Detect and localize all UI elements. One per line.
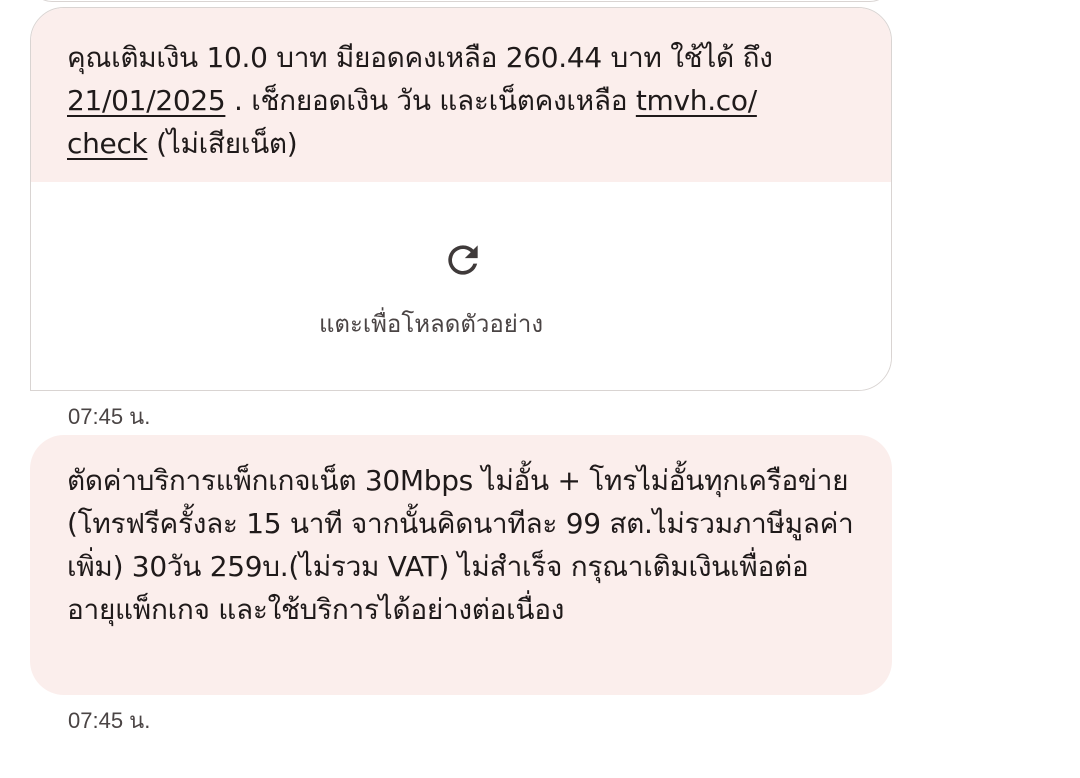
message-bubble-1[interactable]: คุณเติมเงิน 10.0 บาท มียอดคงเหลือ 260.44… [30, 7, 892, 391]
url-link-part: tmvh.co/ [635, 84, 757, 117]
message-text-area: คุณเติมเงิน 10.0 บาท มียอดคงเหลือ 260.44… [31, 8, 891, 182]
message-timestamp: 07:45 น. [68, 404, 151, 429]
message-bubble-2[interactable]: ตัดค่าบริการแพ็กเกจเน็ต 30Mbps ไม่อั้น +… [30, 435, 892, 695]
message-text-part: (ไม่เสียเน็ต) [147, 127, 298, 160]
previous-message-edge [30, 0, 892, 2]
message-text-part: . เช็กยอดเงิน วัน และเน็ตคงเหลือ [225, 84, 636, 117]
message-timestamp: 07:45 น. [68, 708, 151, 733]
url-link-part: check [67, 127, 148, 160]
tap-to-load-preview-label[interactable]: แตะเพื่อโหลดตัวอย่าง [31, 304, 891, 343]
message-text-part: คุณเติมเงิน 10.0 บาท มียอดคงเหลือ 260.44… [67, 41, 773, 74]
date-link[interactable]: 21/01/2025 [67, 84, 226, 117]
message-text: ตัดค่าบริการแพ็กเกจเน็ต 30Mbps ไม่อั้น +… [67, 464, 854, 626]
link-preview[interactable]: แตะเพื่อโหลดตัวอย่าง [31, 182, 891, 390]
reload-icon[interactable] [441, 238, 485, 282]
message-text: คุณเติมเงิน 10.0 บาท มียอดคงเหลือ 260.44… [67, 36, 855, 165]
